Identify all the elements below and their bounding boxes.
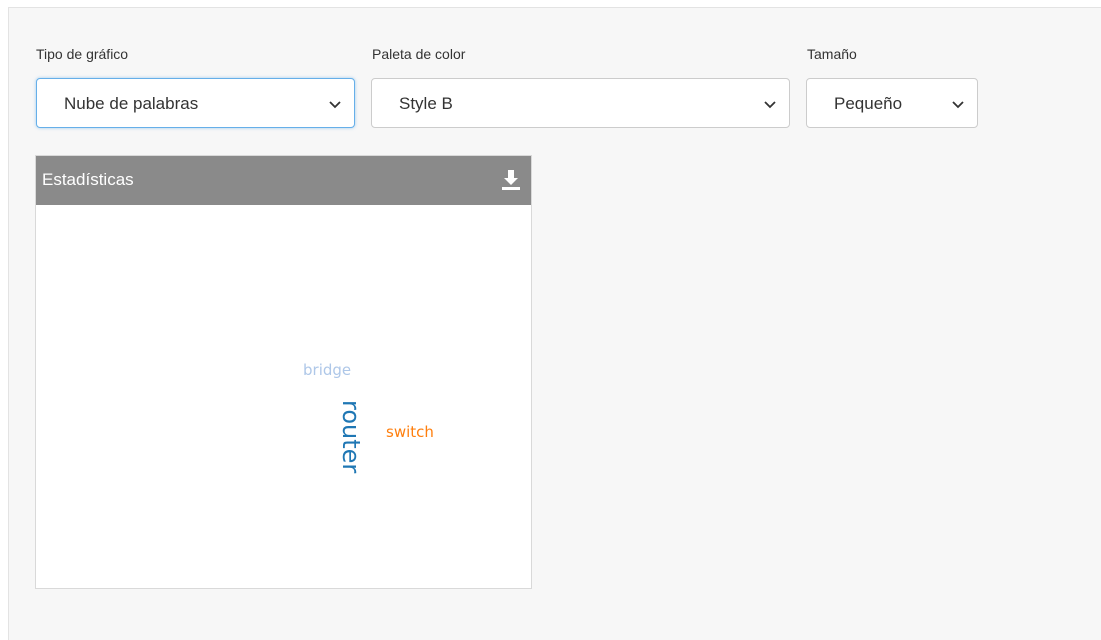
cloud-word-bridge: bridge [303,361,351,379]
size-select[interactable]: Pequeño [806,78,978,128]
word-cloud: bridge switch router [303,361,434,473]
size-label: Tamaño [807,46,857,62]
download-icon[interactable] [500,168,522,192]
chevron-down-icon [329,101,341,109]
palette-select[interactable]: Style B [371,78,790,128]
statistics-widget: Estadísticas bridge switch router [35,155,532,589]
chevron-down-icon [764,101,776,109]
chart-type-select[interactable]: Nube de palabras [36,78,355,128]
chevron-down-icon [952,101,964,109]
chart-type-label: Tipo de gráfico [36,46,129,62]
size-value: Pequeño [834,94,903,113]
cloud-word-router: router [337,400,365,473]
widget-header: Estadísticas [36,156,531,205]
page-top-strip [0,0,1101,7]
cloud-word-switch: switch [386,423,434,441]
widget-title: Estadísticas [42,170,134,189]
palette-value: Style B [399,94,453,113]
palette-label: Paleta de color [372,46,466,62]
chart-type-value: Nube de palabras [64,94,199,113]
